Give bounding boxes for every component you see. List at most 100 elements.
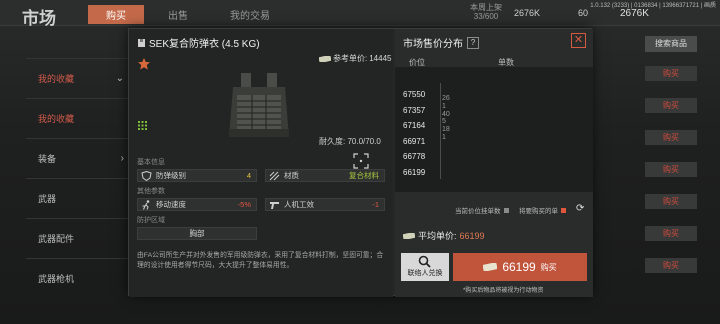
currency-coin: 60 [578, 8, 589, 18]
material-value: 复合材料 [349, 171, 379, 180]
item-name: SEK复合防弹衣 (4.5 KG) [149, 39, 260, 50]
market-price-pane: 市场售价分布 ? ✕ 价位 单数 67550 67357 67164 66971… [395, 29, 593, 297]
price-level: 67550 [403, 90, 426, 99]
currency-total: 2676K [620, 8, 649, 19]
other-params-label: 其他参数 [137, 188, 165, 195]
help-icon[interactable]: ? [467, 36, 479, 49]
durability: 耐久度: 70.0/70.0 [319, 137, 381, 146]
sidebar-item-label: 武器 [38, 194, 57, 204]
ergonomics-row: 人机工效 -1 [265, 198, 385, 211]
sidebar-item-weapons[interactable]: 武器 [26, 178, 130, 218]
buy-price: 66199 [502, 260, 536, 274]
legend-current: 当前价位挂单数 [455, 205, 509, 215]
price-levels: 67550 67357 67164 66971 66778 66199 [403, 87, 425, 181]
buy-button[interactable]: 购买 [645, 162, 697, 177]
basic-info-label: 基本信息 [137, 159, 165, 166]
inventory-grid-icon [138, 121, 147, 130]
sidebar-item-label: 我的收藏 [38, 114, 75, 124]
chevron-down-icon: ⌄ [115, 73, 124, 84]
refresh-icon[interactable]: ⟳ [576, 203, 584, 214]
material-icon [269, 171, 280, 181]
protect-area-value: 胸部 [189, 229, 205, 238]
page-title: 市场 [22, 9, 56, 28]
sidebar-item-gear[interactable]: 装备 › [26, 138, 130, 178]
move-speed-label: 移动速度 [156, 200, 186, 209]
buy-button[interactable]: 购买 [645, 194, 697, 209]
tab-my-trades[interactable]: 我的交易 [230, 7, 270, 22]
chevron-right-icon: › [120, 153, 124, 164]
price-level: 67357 [403, 105, 426, 115]
reference-price: 参考单价: 14445 [319, 53, 391, 64]
material-label: 材质 [284, 171, 299, 180]
order-count: 40 [442, 110, 450, 118]
purchase-note: *购买后物品将被视为行动物资 [463, 288, 544, 294]
order-counts: 26 1 40 5 18 1 [442, 95, 450, 142]
quantity-column-header: 单数 [498, 58, 514, 67]
order-count: 5 [442, 118, 446, 126]
order-count: 1 [442, 133, 446, 141]
sidebar-item-label: 装备 [38, 154, 57, 164]
cash-icon [319, 55, 331, 62]
sidebar-item-receivers[interactable]: 武器枪机 [26, 258, 130, 298]
buy-button[interactable]: 购买 [645, 66, 697, 81]
legend-mine-swatch [561, 207, 566, 213]
legend-mine: 将要购买的单 [519, 205, 566, 215]
currency-cash: 2676K [514, 8, 541, 18]
capacity-value: 33/600 [473, 12, 499, 21]
top-bar: 市场 购买 出售 我的交易 本周上架 33/600 2676K 60 1.0.1… [0, 0, 720, 28]
sidebar-item-attachments[interactable]: 武器配件 [26, 218, 130, 258]
inspect-target-icon[interactable] [353, 153, 369, 169]
material-row: 材质 复合材料 [265, 169, 385, 182]
tab-buy[interactable]: 购买 [88, 5, 144, 24]
item-detail-modal: SEK复合防弹衣 (4.5 KG) 参考单价: 14445 耐久度: 70.0/… [128, 28, 593, 297]
order-count: 26 [442, 95, 450, 102]
sidebar-item-label: 武器配件 [38, 234, 75, 244]
running-icon [142, 200, 150, 210]
cash-icon [403, 232, 415, 239]
price-column-header: 价位 [409, 58, 425, 67]
search-button[interactable]: 搜索商品 [645, 36, 697, 52]
contact-exchange-button[interactable]: 联络人兑换 [401, 253, 449, 281]
ergonomics-value: -1 [372, 200, 379, 209]
legend-current-label: 当前价位挂单数 [455, 208, 501, 215]
ergonomics-label: 人机工效 [284, 200, 314, 209]
pistol-icon [270, 202, 279, 209]
capacity-label: 本周上架 [470, 3, 502, 12]
buy-item-button[interactable]: 66199 购买 [453, 253, 587, 281]
reference-price-label: 参考单价: [333, 54, 368, 63]
tab-sell[interactable]: 出售 [168, 7, 188, 22]
shield-icon [141, 171, 152, 181]
legend-mine-label: 将要购买的单 [519, 208, 558, 215]
armor-level-label: 防弹级别 [156, 171, 186, 180]
price-level: 67164 [403, 121, 426, 131]
item-detail-pane: SEK复合防弹衣 (4.5 KG) 参考单价: 14445 耐久度: 70.0/… [129, 29, 393, 297]
sidebar-item-favorites-sub[interactable]: 我的收藏 [26, 98, 130, 138]
move-speed-row: 移动速度 -5% [137, 198, 257, 211]
buy-button[interactable]: 购买 [645, 258, 697, 273]
vest-image [229, 73, 289, 137]
market-title: 市场售价分布 ? [403, 35, 479, 50]
buy-button[interactable]: 购买 [645, 98, 697, 113]
item-description: 由FA公司所生产并对外发售的军用级防弹衣，采用了复合材料打制，坚固可靠；合理的设… [137, 252, 384, 269]
buy-button[interactable]: 购买 [645, 130, 697, 145]
sidebar-item-favorites[interactable]: 我的收藏 ⌄ [26, 58, 130, 98]
sidebar-item-label: 我的收藏 [38, 74, 75, 84]
price-level: 66971 [403, 136, 426, 146]
protect-area-label: 防护区域 [137, 217, 165, 224]
average-price: 平均单价: 66199 [403, 229, 485, 242]
cash-icon [483, 263, 498, 271]
buy-button[interactable]: 购买 [645, 226, 697, 241]
reference-price-value: 14445 [369, 54, 392, 63]
price-level: 66199 [403, 167, 426, 177]
average-price-label: 平均单价: [418, 231, 457, 241]
average-price-value: 66199 [459, 230, 485, 241]
armor-level-value: 4 [246, 171, 251, 180]
order-count: 18 [442, 126, 450, 134]
favorite-star-icon[interactable] [137, 57, 151, 71]
item-title: SEK复合防弹衣 (4.5 KG) [137, 35, 260, 50]
market-title-text: 市场售价分布 [403, 39, 463, 50]
close-button[interactable]: ✕ [571, 33, 586, 48]
contact-exchange-label: 联络人兑换 [407, 270, 443, 277]
weekly-capacity: 本周上架 33/600 [470, 3, 502, 21]
sidebar-item-label: 武器枪机 [38, 274, 75, 284]
